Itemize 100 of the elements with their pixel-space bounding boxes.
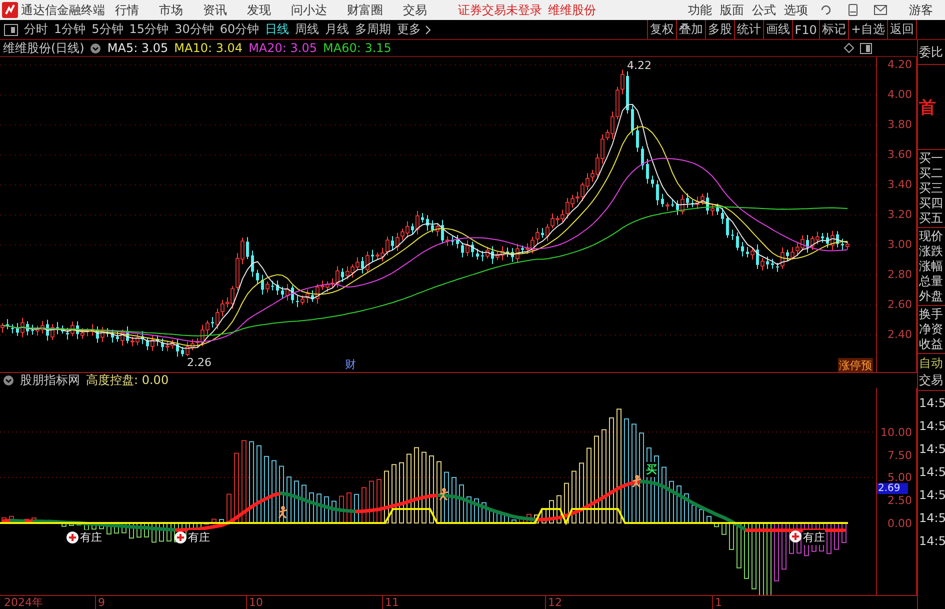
- period-tab[interactable]: 1分钟: [52, 20, 88, 39]
- period-tab[interactable]: 5分钟: [90, 20, 126, 39]
- app-logo-icon[interactable]: [2, 2, 18, 18]
- toolbar-button[interactable]: +自选: [848, 20, 887, 39]
- price-axis-label: 2.40: [888, 328, 912, 341]
- toolbar-button[interactable]: 画线: [762, 20, 792, 39]
- plus-circle-icon: [66, 531, 79, 544]
- trade-time: 14:5: [919, 464, 945, 481]
- quote-field-label: 总量: [919, 274, 944, 289]
- dropdown-circle-icon[interactable]: [3, 375, 14, 386]
- price-axis-label: 3.00: [888, 238, 912, 251]
- menu-item[interactable]: 选项: [780, 2, 812, 18]
- dropdown-circle-icon[interactable]: [90, 42, 102, 54]
- menu-item[interactable]: 行情: [105, 2, 149, 16]
- menu-item[interactable]: 功能: [684, 2, 716, 18]
- app-title: 通达信金融终端: [21, 2, 105, 18]
- price-axis-label: 3.40: [888, 178, 912, 191]
- auto-trade-label: 自动: [919, 355, 944, 372]
- date-label: 10: [246, 596, 263, 609]
- indicator-axis-label: 2.50: [888, 494, 912, 507]
- period-tab[interactable]: 日线: [263, 20, 292, 39]
- chart-title: 维维股份(日线): [3, 40, 84, 56]
- user-label[interactable]: 游客: [909, 2, 933, 18]
- quote-field-label: 买三: [919, 181, 944, 196]
- panel-toggle-icon[interactable]: [860, 42, 872, 54]
- period-tab[interactable]: 分时: [22, 20, 50, 39]
- indicator-axis-label: 10.00: [880, 426, 912, 439]
- period-tab[interactable]: 多周期: [353, 20, 394, 39]
- toolbar-button[interactable]: 多股: [704, 20, 734, 39]
- quote-field-label: 外盘: [919, 289, 944, 304]
- ma-value-label: MA10: 3.04: [174, 41, 243, 55]
- runner-icon: [631, 475, 643, 488]
- indicator-axis-label: 0.00: [888, 517, 912, 530]
- mail-icon[interactable]: [874, 5, 887, 15]
- menu-item[interactable]: 市场: [149, 2, 193, 16]
- event-mark: 财: [345, 357, 356, 372]
- toolbar-button[interactable]: 叠加: [676, 20, 705, 39]
- period-tab[interactable]: 60分钟: [218, 20, 262, 39]
- plus-circle-icon: [789, 530, 802, 543]
- status-label: 首: [919, 96, 937, 118]
- menu-item[interactable]: 问小达: [281, 2, 337, 16]
- menu-item[interactable]: 财富圈: [337, 2, 393, 16]
- quote-field-label: 买四: [919, 196, 944, 211]
- trade-time: 14:5: [919, 487, 945, 504]
- quote-field-label: 买一: [919, 151, 944, 166]
- indicator-axis-label: 5.00: [888, 471, 912, 484]
- period-tab[interactable]: 30分钟: [172, 20, 216, 39]
- quote-field-label: 换手: [919, 307, 944, 322]
- plus-circle-icon: [174, 531, 187, 544]
- menu-item[interactable]: 公式: [748, 2, 780, 18]
- price-axis-label: 4.20: [888, 58, 912, 71]
- toolbar-button[interactable]: 复权: [646, 20, 676, 39]
- menu-item[interactable]: 版面: [716, 2, 748, 18]
- auto-trade-label: 交易: [919, 372, 944, 389]
- signal-label: 有庄: [803, 530, 825, 545]
- login-status[interactable]: 证券交易未登录: [458, 2, 542, 18]
- quote-field-label: 净资: [919, 322, 944, 337]
- price-axis-label: 3.20: [888, 208, 912, 221]
- date-label: 1: [712, 596, 722, 609]
- high-price-label: 4.22: [627, 59, 652, 72]
- price-axis-label: 2.60: [888, 298, 912, 311]
- quote-field-label: 涨幅: [919, 259, 944, 274]
- period-tab[interactable]: 周线: [293, 20, 322, 39]
- runner-icon: [277, 506, 289, 519]
- ma-value-label: MA20: 3.05: [248, 41, 317, 55]
- ma-value-label: MA5: 3.05: [107, 41, 168, 55]
- panel-toggle-icon[interactable]: [4, 24, 18, 36]
- indicator-value: 高度控盘: 0.00: [86, 372, 169, 389]
- stock-name[interactable]: 维维股份: [548, 2, 596, 18]
- menu-item[interactable]: 交易: [393, 2, 437, 16]
- quote-field-label: 买五: [919, 211, 944, 226]
- date-label: 9: [95, 596, 105, 609]
- price-axis-label: 4.00: [888, 88, 912, 101]
- toolbar-button[interactable]: 标记: [818, 20, 848, 39]
- runner-icon: [438, 488, 450, 501]
- period-tab[interactable]: 15分钟: [127, 20, 171, 39]
- period-tab[interactable]: 月线: [323, 20, 352, 39]
- panel-header: 委比: [919, 44, 944, 61]
- quote-field-label: 买二: [919, 166, 944, 181]
- menu-item[interactable]: 资讯: [193, 2, 237, 16]
- signal-label: 有庄: [80, 530, 102, 545]
- price-axis-label: 3.60: [888, 148, 912, 161]
- refresh-icon[interactable]: [820, 4, 832, 16]
- date-label: 11: [382, 596, 399, 609]
- toolbar-button[interactable]: F10: [792, 20, 819, 39]
- menu-item[interactable]: 发现: [237, 2, 281, 16]
- trade-time: 14:5: [919, 441, 945, 458]
- price-axis-label: 3.80: [888, 118, 912, 131]
- trade-time: 14:5: [919, 418, 945, 435]
- toolbar-button[interactable]: 返回: [887, 20, 916, 39]
- toolbar-button[interactable]: 统计: [734, 20, 763, 39]
- quote-field-label: 涨跌: [919, 244, 944, 259]
- date-label: 12: [545, 596, 562, 609]
- phone-icon[interactable]: [848, 4, 858, 16]
- trade-time: 14:5: [919, 510, 945, 527]
- diamond-icon[interactable]: [844, 43, 854, 53]
- buy-signal-label: 买: [646, 462, 657, 477]
- signal-label: 有庄: [188, 530, 210, 545]
- chevron-right-icon[interactable]: [425, 24, 432, 34]
- period-tab[interactable]: 更多: [395, 20, 424, 39]
